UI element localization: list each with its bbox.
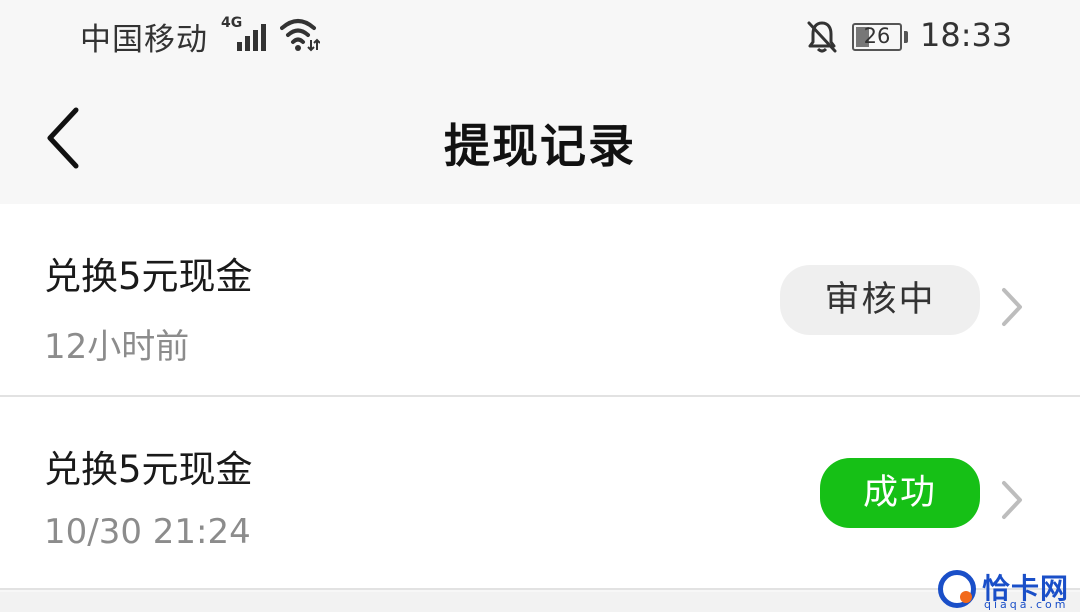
record-title: 兑换5元现金 — [44, 448, 253, 491]
watermark-logo: 恰卡网 qiaqa.com — [932, 565, 1080, 612]
battery-level: 26 — [863, 24, 891, 48]
status-badge: 审核中 — [780, 265, 980, 335]
withdrawal-record-list: 兑换5元现金 12小时前 审核中 兑换5元现金 10/30 21:24 成功 — [0, 204, 1080, 590]
status-badge: 成功 — [820, 458, 980, 528]
clock: 18:33 — [920, 16, 1013, 54]
battery-icon: 26 — [852, 23, 908, 51]
watermark-q-icon — [938, 570, 976, 608]
list-item[interactable]: 兑换5元现金 10/30 21:24 成功 — [0, 397, 1080, 590]
page-title: 提现记录 — [444, 119, 636, 173]
watermark-subtext: qiaqa.com — [984, 598, 1069, 611]
record-time: 10/30 21:24 — [44, 512, 251, 552]
notifications-muted-icon — [807, 21, 837, 53]
signal-group: 4G — [221, 16, 271, 52]
signal-icon — [237, 24, 266, 51]
record-title: 兑换5元现金 — [44, 255, 253, 298]
list-footer-background — [0, 592, 1080, 612]
chevron-right-icon — [1002, 288, 1022, 326]
list-item[interactable]: 兑换5元现金 12小时前 审核中 — [0, 204, 1080, 397]
wifi-icon — [280, 19, 320, 52]
nav-bar: 提现记录 — [0, 80, 1080, 204]
status-bar: 中国移动 4G 26 18:33 — [0, 0, 1080, 80]
record-time: 12小时前 — [44, 327, 190, 367]
chevron-right-icon — [1002, 481, 1022, 519]
carrier-name: 中国移动 — [80, 22, 208, 58]
